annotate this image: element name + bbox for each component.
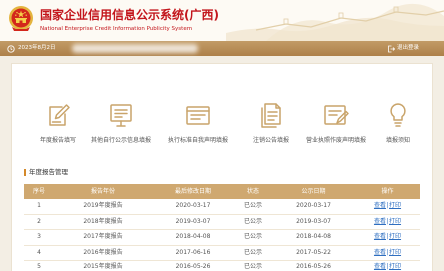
cell-report-year: 2017年度报告 <box>83 233 123 240</box>
cell-status: 已公示 <box>243 233 262 240</box>
section-marker <box>24 169 26 176</box>
cell-report-year: 2016年度报告 <box>83 248 123 256</box>
view-link[interactable]: 查看 <box>374 218 386 225</box>
logout-button[interactable]: 退出登录 <box>387 43 437 54</box>
print-link[interactable]: 打印 <box>389 202 401 209</box>
menu-item-label: 营业执照作废声明填报 <box>305 137 366 144</box>
column-header-actions: 操作 <box>381 188 394 195</box>
menu-item-cancellation-notice[interactable]: 注销公告填报 <box>237 101 305 145</box>
cell-publish-date: 2019-03-07 <box>296 217 331 225</box>
site-title: 国家企业信用信息公示系统(广西) <box>40 8 219 22</box>
great-wall-illustration <box>226 3 444 41</box>
cell-status: 已公示 <box>243 217 262 225</box>
column-header-publish-date: 公示日期 <box>301 188 326 195</box>
user-bar: 2023年8月2日 退出登录 <box>0 41 444 56</box>
cell-publish-date: 2017-05-22 <box>296 248 331 256</box>
column-header-no: 序号 <box>32 188 45 195</box>
menu-item-standard-declaration[interactable]: 执行标准自我声明填报 <box>164 101 232 145</box>
view-link[interactable]: 查看 <box>374 202 386 209</box>
cell-modified-date: 2019-03-07 <box>175 217 211 225</box>
cell-modified-date: 2018-04-08 <box>175 233 211 240</box>
cell-actions: 查看|打印 <box>355 199 420 214</box>
cell-status: 已公示 <box>243 202 262 209</box>
menu-item-label: 填报须知 <box>385 137 410 144</box>
logout-icon <box>387 45 395 53</box>
redacted-company-name <box>72 44 198 53</box>
current-date: 2023年8月2日 <box>18 45 56 51</box>
menu-item-other-disclosure[interactable]: 其他自行公示信息填报 <box>87 101 155 145</box>
cell-actions: 查看|打印 <box>355 261 420 271</box>
cell-publish-date: 2020-03-17 <box>296 202 331 209</box>
cell-modified-date: 2017-06-16 <box>175 248 211 256</box>
cell-report-year: 2018年度报告 <box>83 217 123 225</box>
site-subtitle: National Enterprise Credit Information P… <box>40 26 193 32</box>
standard-document-icon <box>184 101 212 129</box>
cell-no: 1 <box>37 202 41 209</box>
cell-modified-date: 2016-05-26 <box>175 263 211 270</box>
print-link[interactable]: 打印 <box>389 249 401 256</box>
menu-item-license-void[interactable]: 营业执照作废声明填报 <box>302 101 370 145</box>
cell-status: 已公示 <box>243 248 262 256</box>
notice-document-icon <box>257 101 285 129</box>
view-link[interactable]: 查看 <box>374 233 386 240</box>
cell-no: 4 <box>37 248 41 256</box>
national-emblem-icon <box>7 5 35 33</box>
menu-item-label: 执行标准自我声明填报 <box>167 137 228 144</box>
lightbulb-icon <box>384 101 412 129</box>
cell-actions: 查看|打印 <box>355 230 420 245</box>
table-header-row: 序号 报告年份 最后修改日期 状态 公示日期 操作 <box>24 184 420 199</box>
cell-actions: 查看|打印 <box>355 246 420 261</box>
view-link[interactable]: 查看 <box>374 263 386 270</box>
cell-report-year: 2019年度报告 <box>83 202 123 209</box>
menu-item-filing-notice[interactable]: 填报须知 <box>364 101 432 145</box>
cell-status: 已公示 <box>243 263 262 270</box>
column-header-status: 状态 <box>246 188 259 195</box>
menu-item-label: 年度报告填写 <box>39 137 76 144</box>
print-link[interactable]: 打印 <box>389 218 401 225</box>
cell-publish-date: 2018-04-08 <box>296 233 331 240</box>
table-row: 2 2018年度报告 2019-03-07 已公示 2019-03-07 查看|… <box>24 215 420 230</box>
print-link[interactable]: 打印 <box>389 263 401 270</box>
cell-publish-date: 2016-05-26 <box>296 263 331 270</box>
table-row: 4 2016年度报告 2017-06-16 已公示 2017-05-22 查看|… <box>24 246 420 261</box>
main-panel: 年度报告填写 其他自行公示信息填报 执行标准自我声明填报 注销公告填报 营业执照… <box>12 64 432 271</box>
clock-icon <box>7 44 15 53</box>
cell-actions: 查看|打印 <box>355 215 420 230</box>
cell-report-year: 2015年度报告 <box>83 263 123 270</box>
menu-item-label: 其他自行公示信息填报 <box>90 137 151 144</box>
column-header-modified-date: 最后修改日期 <box>174 188 211 195</box>
cell-no: 2 <box>37 217 41 225</box>
cell-no: 5 <box>37 263 41 270</box>
annual-report-table: 序号 报告年份 最后修改日期 状态 公示日期 操作 1 2019年度报告 202… <box>24 184 420 271</box>
site-header: 国家企业信用信息公示系统(广西) National Enterprise Cre… <box>0 0 444 41</box>
menu-item-label: 注销公告填报 <box>252 137 289 144</box>
cell-no: 3 <box>37 233 41 240</box>
edit-report-icon <box>44 101 72 129</box>
table-row: 1 2019年度报告 2020-03-17 已公示 2020-03-17 查看|… <box>24 199 420 215</box>
section-title: 年度报告管理 <box>29 168 68 176</box>
table-row: 5 2015年度报告 2016-05-26 已公示 2016-05-26 查看|… <box>24 261 420 271</box>
view-link[interactable]: 查看 <box>374 249 386 256</box>
logout-label: 退出登录 <box>397 45 420 51</box>
table-row: 3 2017年度报告 2018-04-08 已公示 2018-04-08 查看|… <box>24 230 420 246</box>
certificate-edit-icon <box>322 101 350 129</box>
form-screen-icon <box>107 101 135 129</box>
cell-modified-date: 2020-03-17 <box>175 202 211 209</box>
print-link[interactable]: 打印 <box>389 233 401 240</box>
column-header-report-year: 报告年份 <box>90 188 115 195</box>
menu-item-annual-report[interactable]: 年度报告填写 <box>24 101 92 145</box>
